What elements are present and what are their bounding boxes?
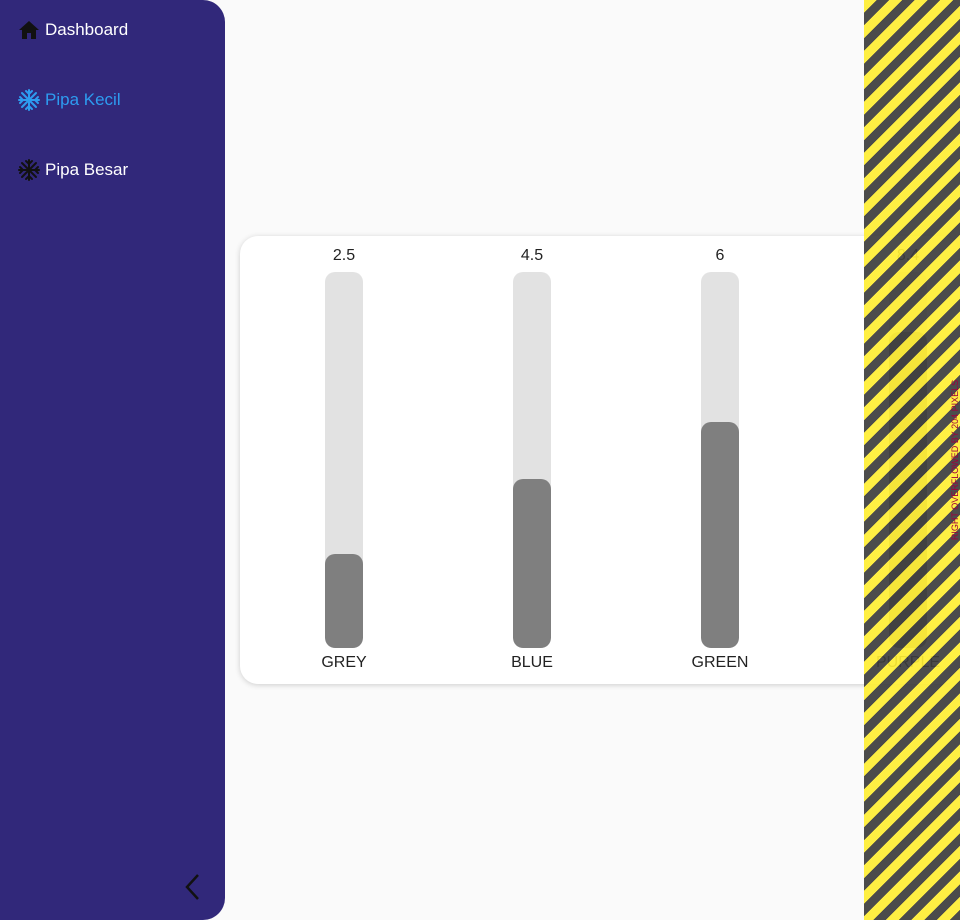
sidebar-item-label: Pipa Kecil xyxy=(45,90,121,109)
overflow-warning-stripes xyxy=(864,0,960,920)
bar-track xyxy=(513,272,551,648)
chevron-left-icon xyxy=(180,874,206,906)
bar-category-label: BLUE xyxy=(511,654,553,671)
bar-column-blue: 4.5 BLUE xyxy=(472,236,592,684)
home-icon xyxy=(17,18,41,42)
bar-column-green: 6 GREEN xyxy=(660,236,780,684)
sidebar: Dashboard Pipa Kecil Pipa Besar xyxy=(0,0,225,920)
bar-value-label: 6 xyxy=(715,247,725,264)
bar-fill xyxy=(325,554,363,648)
sidebar-item-pipa-kecil[interactable]: Pipa Kecil xyxy=(17,87,121,113)
bar-chart-card: 2.5GREY4.5BLUE6GREEN8.4PURPLE xyxy=(240,236,960,684)
bar-track xyxy=(325,272,363,648)
bar-fill xyxy=(513,479,551,648)
bar-category-label: GREEN xyxy=(691,654,749,671)
snowflake-icon xyxy=(17,88,41,112)
bar-track xyxy=(701,272,739,648)
sidebar-item-label: Dashboard xyxy=(45,20,129,39)
sidebar-item-label: Pipa Besar xyxy=(45,160,129,179)
collapse-button[interactable] xyxy=(180,872,206,902)
sidebar-item-dashboard[interactable]: Dashboard xyxy=(17,17,128,43)
bar-category-label: GREY xyxy=(321,654,367,671)
bar-value-label: 2.5 xyxy=(332,247,356,264)
snowflake-icon xyxy=(17,158,41,182)
bar-column-grey: 2.5 GREY xyxy=(284,236,404,684)
overflow-warning-text: RIGHT OVERFLOWED BY 204 PIXELS xyxy=(950,379,960,541)
sidebar-item-pipa-besar[interactable]: Pipa Besar xyxy=(17,157,128,183)
bar-fill xyxy=(701,422,739,648)
bar-value-label: 4.5 xyxy=(520,247,544,264)
